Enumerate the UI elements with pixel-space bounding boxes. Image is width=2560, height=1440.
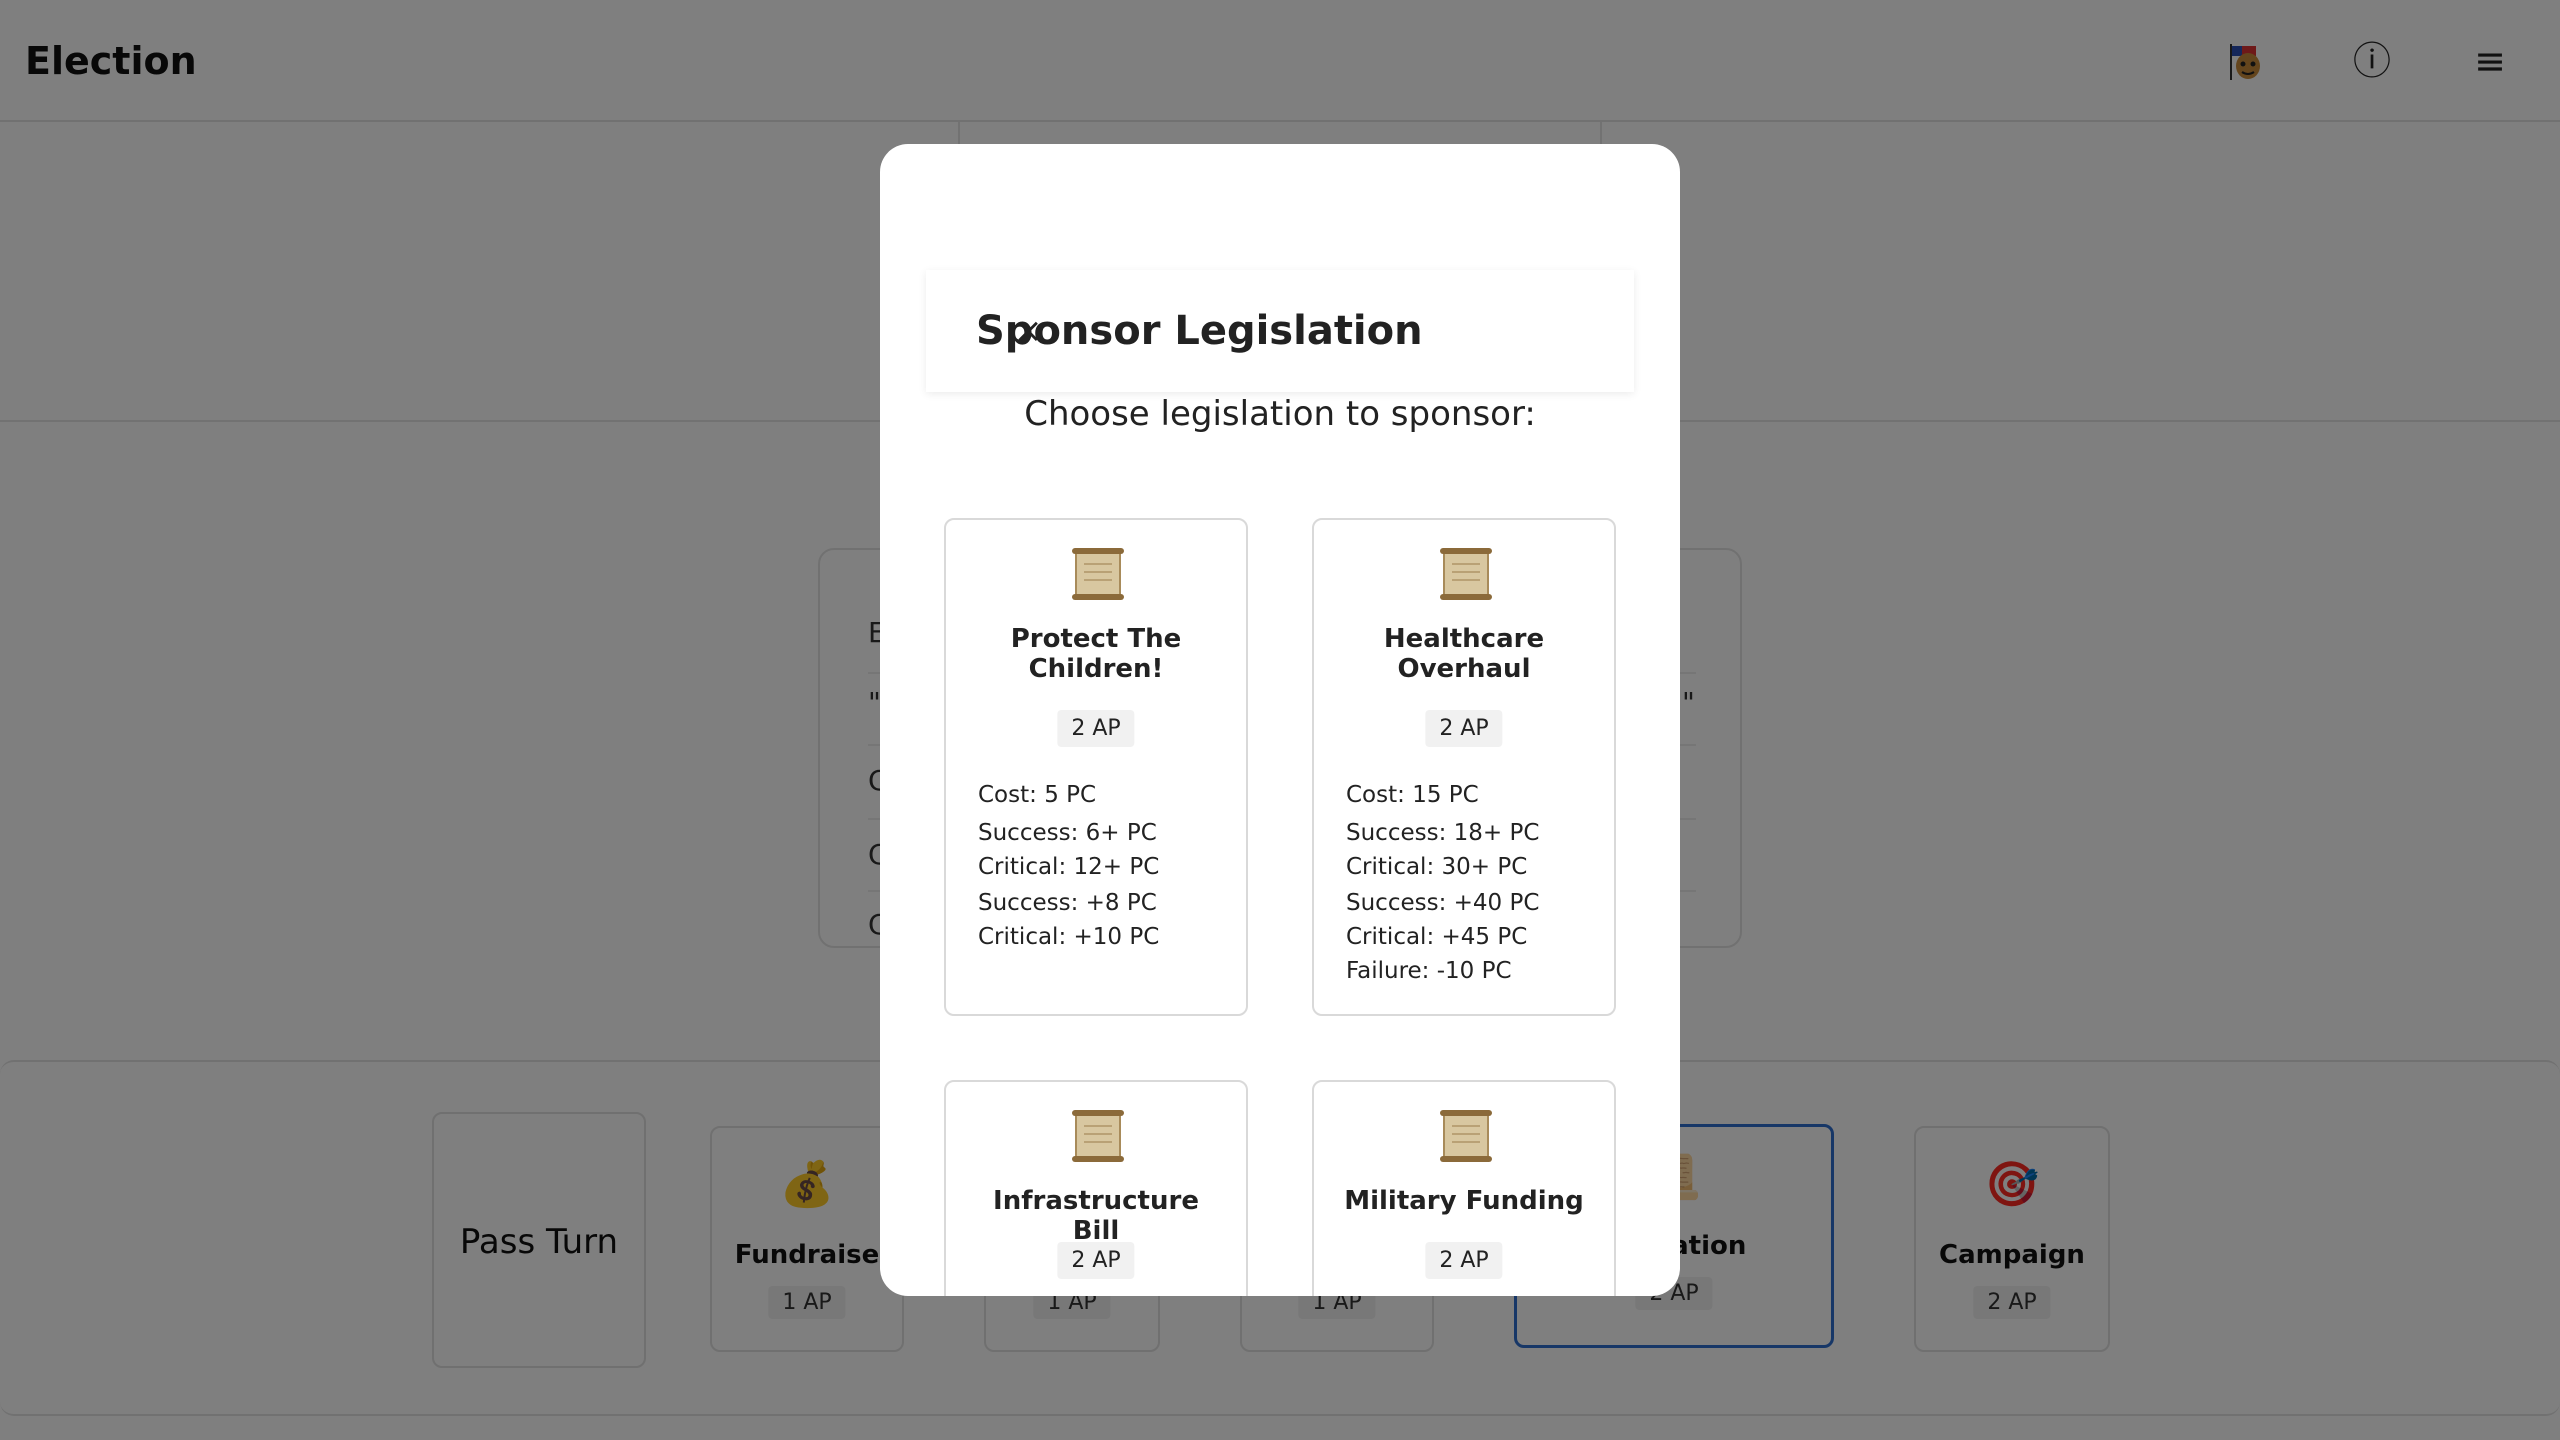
- legislation-name: Infrastructure Bill: [993, 1186, 1199, 1246]
- reward-success: Success: +40 PC: [1346, 890, 1540, 916]
- requirement-critical: Critical: 12+ PC: [978, 854, 1160, 880]
- reward-critical: Critical: +10 PC: [978, 924, 1160, 950]
- legislation-card-healthcare-overhaul[interactable]: Healthcare Overhaul 2 AP Cost: 15 PC Suc…: [1312, 518, 1616, 1016]
- legislation-details: Cost: 5 PC Success: 6+ PC Critical: 12+ …: [978, 778, 1236, 956]
- scroll-icon: [1072, 1110, 1124, 1162]
- legislation-pc-cost: Cost: 5 PC: [978, 782, 1097, 808]
- legislation-ap-cost: 2 AP: [1425, 710, 1503, 747]
- reward-failure: Failure: -10 PC: [1346, 958, 1512, 984]
- legislation-details: Cost: 15 PC Success: 18+ PC Critical: 30…: [1346, 778, 1604, 990]
- legislation-ap-cost: 2 AP: [1057, 710, 1135, 747]
- close-icon[interactable]: ×: [1014, 306, 1043, 356]
- legislation-name: Protect The Children!: [1010, 624, 1182, 684]
- legislation-name: Healthcare Overhaul: [1383, 624, 1545, 684]
- modal-title: Sponsor Legislation: [976, 308, 1423, 354]
- legislation-card-military-funding[interactable]: Military Funding 2 AP: [1312, 1080, 1616, 1296]
- legislation-ap-cost: 2 AP: [1425, 1242, 1503, 1279]
- scroll-icon: [1072, 548, 1124, 600]
- reward-critical: Critical: +45 PC: [1346, 924, 1528, 950]
- reward-success: Success: +8 PC: [978, 890, 1157, 916]
- requirement-success: Success: 18+ PC: [1346, 820, 1540, 846]
- requirement-critical: Critical: 30+ PC: [1346, 854, 1528, 880]
- legislation-pc-cost: Cost: 15 PC: [1346, 782, 1479, 808]
- modal-header: Sponsor Legislation ×: [926, 270, 1634, 392]
- modal-prompt: Choose legislation to sponsor:: [1024, 394, 1536, 434]
- legislation-card-infrastructure-bill[interactable]: Infrastructure Bill 2 AP: [944, 1080, 1248, 1296]
- legislation-ap-cost: 2 AP: [1057, 1242, 1135, 1279]
- sponsor-legislation-modal: Sponsor Legislation × Choose legislation…: [880, 144, 1680, 1296]
- legislation-name: Military Funding: [1344, 1186, 1584, 1216]
- scroll-icon: [1440, 548, 1492, 600]
- requirement-success: Success: 6+ PC: [978, 820, 1157, 846]
- scroll-icon: [1440, 1110, 1492, 1162]
- legislation-card-protect-the-children[interactable]: Protect The Children! 2 AP Cost: 5 PC Su…: [944, 518, 1248, 1016]
